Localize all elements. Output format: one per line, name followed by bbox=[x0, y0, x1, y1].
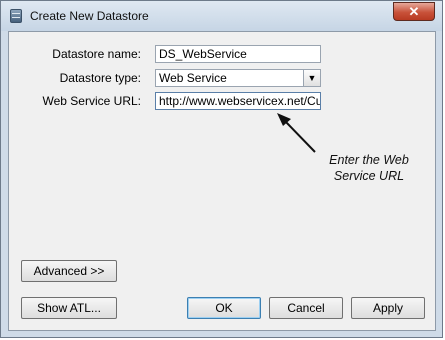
dialog-window: Create New Datastore ✕ Datastore name: D… bbox=[0, 0, 443, 338]
callout-line-1: Enter the Web bbox=[329, 153, 409, 167]
callout-line-2: Service URL bbox=[333, 169, 405, 183]
datastore-icon bbox=[10, 9, 22, 23]
ok-button[interactable]: OK bbox=[187, 297, 261, 319]
dialog-body: Datastore name: DS_WebService Datastore … bbox=[8, 31, 436, 331]
apply-button[interactable]: Apply bbox=[351, 297, 425, 319]
show-atl-button[interactable]: Show ATL... bbox=[21, 297, 117, 319]
cancel-button[interactable]: Cancel bbox=[269, 297, 343, 319]
advanced-button[interactable]: Advanced >> bbox=[21, 260, 117, 282]
window-title: Create New Datastore bbox=[30, 9, 149, 23]
close-button[interactable]: ✕ bbox=[393, 2, 435, 21]
callout-text: Enter the Web Service URL bbox=[317, 152, 421, 184]
title-bar[interactable]: Create New Datastore ✕ bbox=[1, 1, 442, 31]
